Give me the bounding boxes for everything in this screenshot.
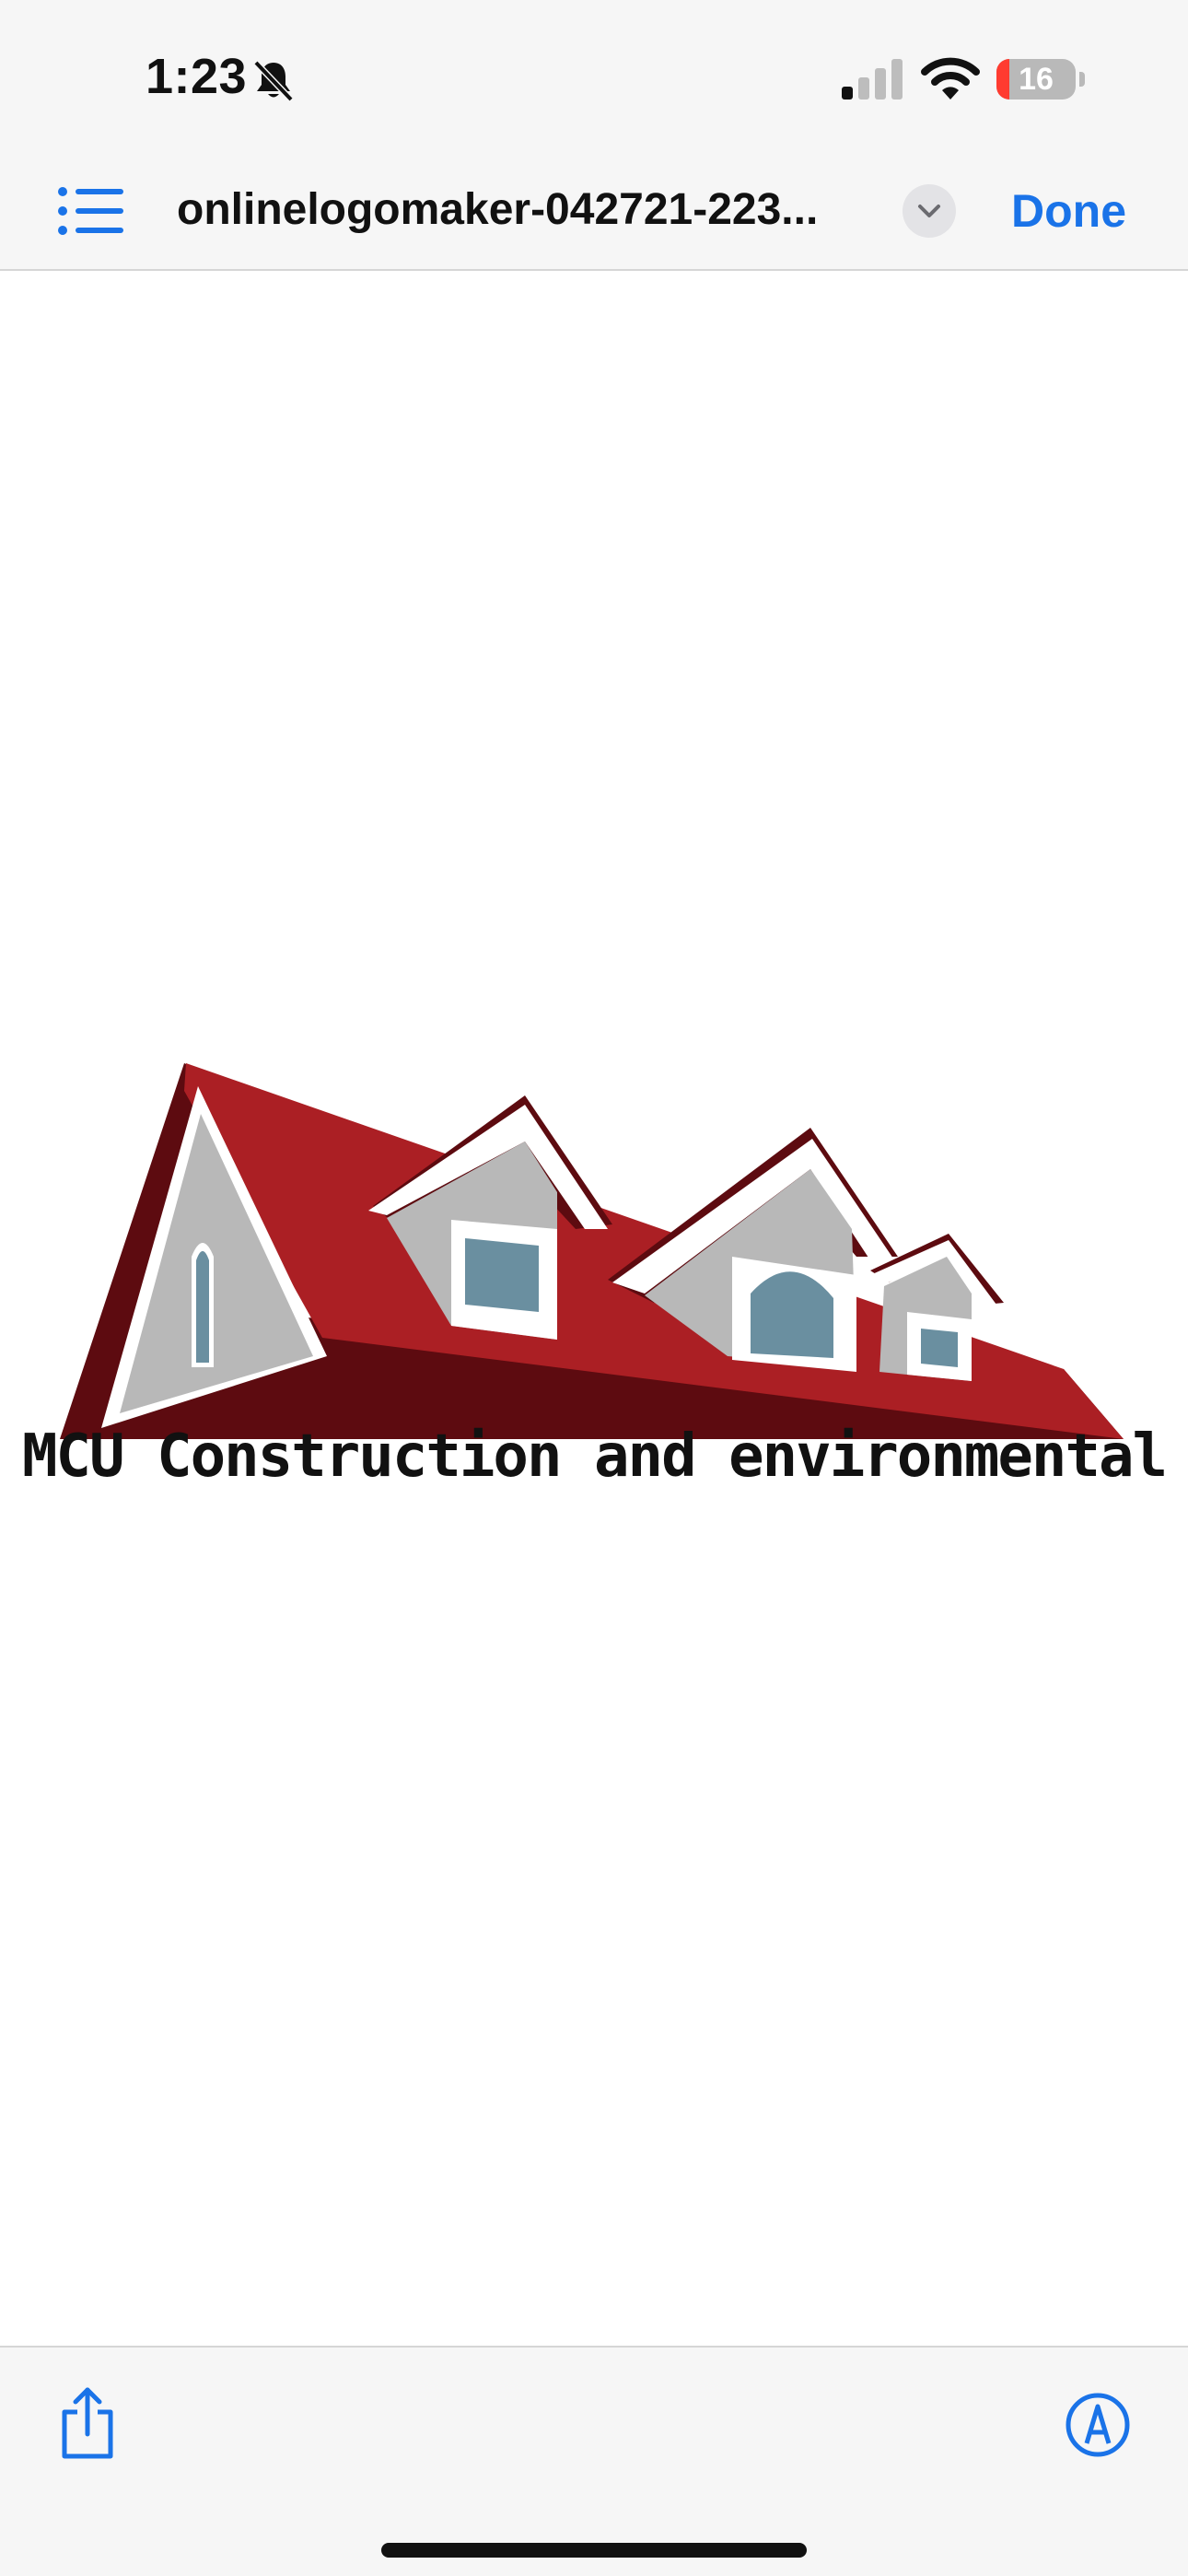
status-bar: 1:23 16: [0, 0, 1188, 157]
battery-tip: [1079, 72, 1085, 87]
battery-level: 16: [1019, 62, 1054, 97]
battery-body: 16: [996, 59, 1076, 100]
cellular-signal-icon: [842, 59, 903, 100]
done-button[interactable]: Done: [1011, 184, 1126, 238]
wifi-icon: [921, 57, 980, 100]
nav-bar: onlinelogomaker-042721-223... Done: [0, 157, 1188, 271]
battery-icon: 16: [996, 59, 1085, 100]
home-indicator[interactable]: [381, 2543, 807, 2558]
list-icon[interactable]: [57, 186, 125, 236]
share-icon[interactable]: [57, 2386, 118, 2460]
bell-slash-icon: [253, 60, 294, 102]
screen: 1:23 16 onlinelogomaker-042721-223... Do…: [0, 0, 1188, 2576]
logo-text: MCU Construction and environmental: [21, 1423, 1168, 1491]
document-title[interactable]: onlinelogomaker-042721-223...: [177, 184, 886, 235]
document-preview: MCU Construction and environmental: [0, 271, 1188, 2346]
chevron-down-icon: [918, 205, 940, 217]
title-menu-button[interactable]: [903, 184, 956, 238]
status-time: 1:23: [146, 49, 248, 104]
bottom-toolbar: [0, 2346, 1188, 2576]
house-roof-logo: [60, 1063, 1124, 1439]
markup-icon[interactable]: [1065, 2392, 1131, 2458]
